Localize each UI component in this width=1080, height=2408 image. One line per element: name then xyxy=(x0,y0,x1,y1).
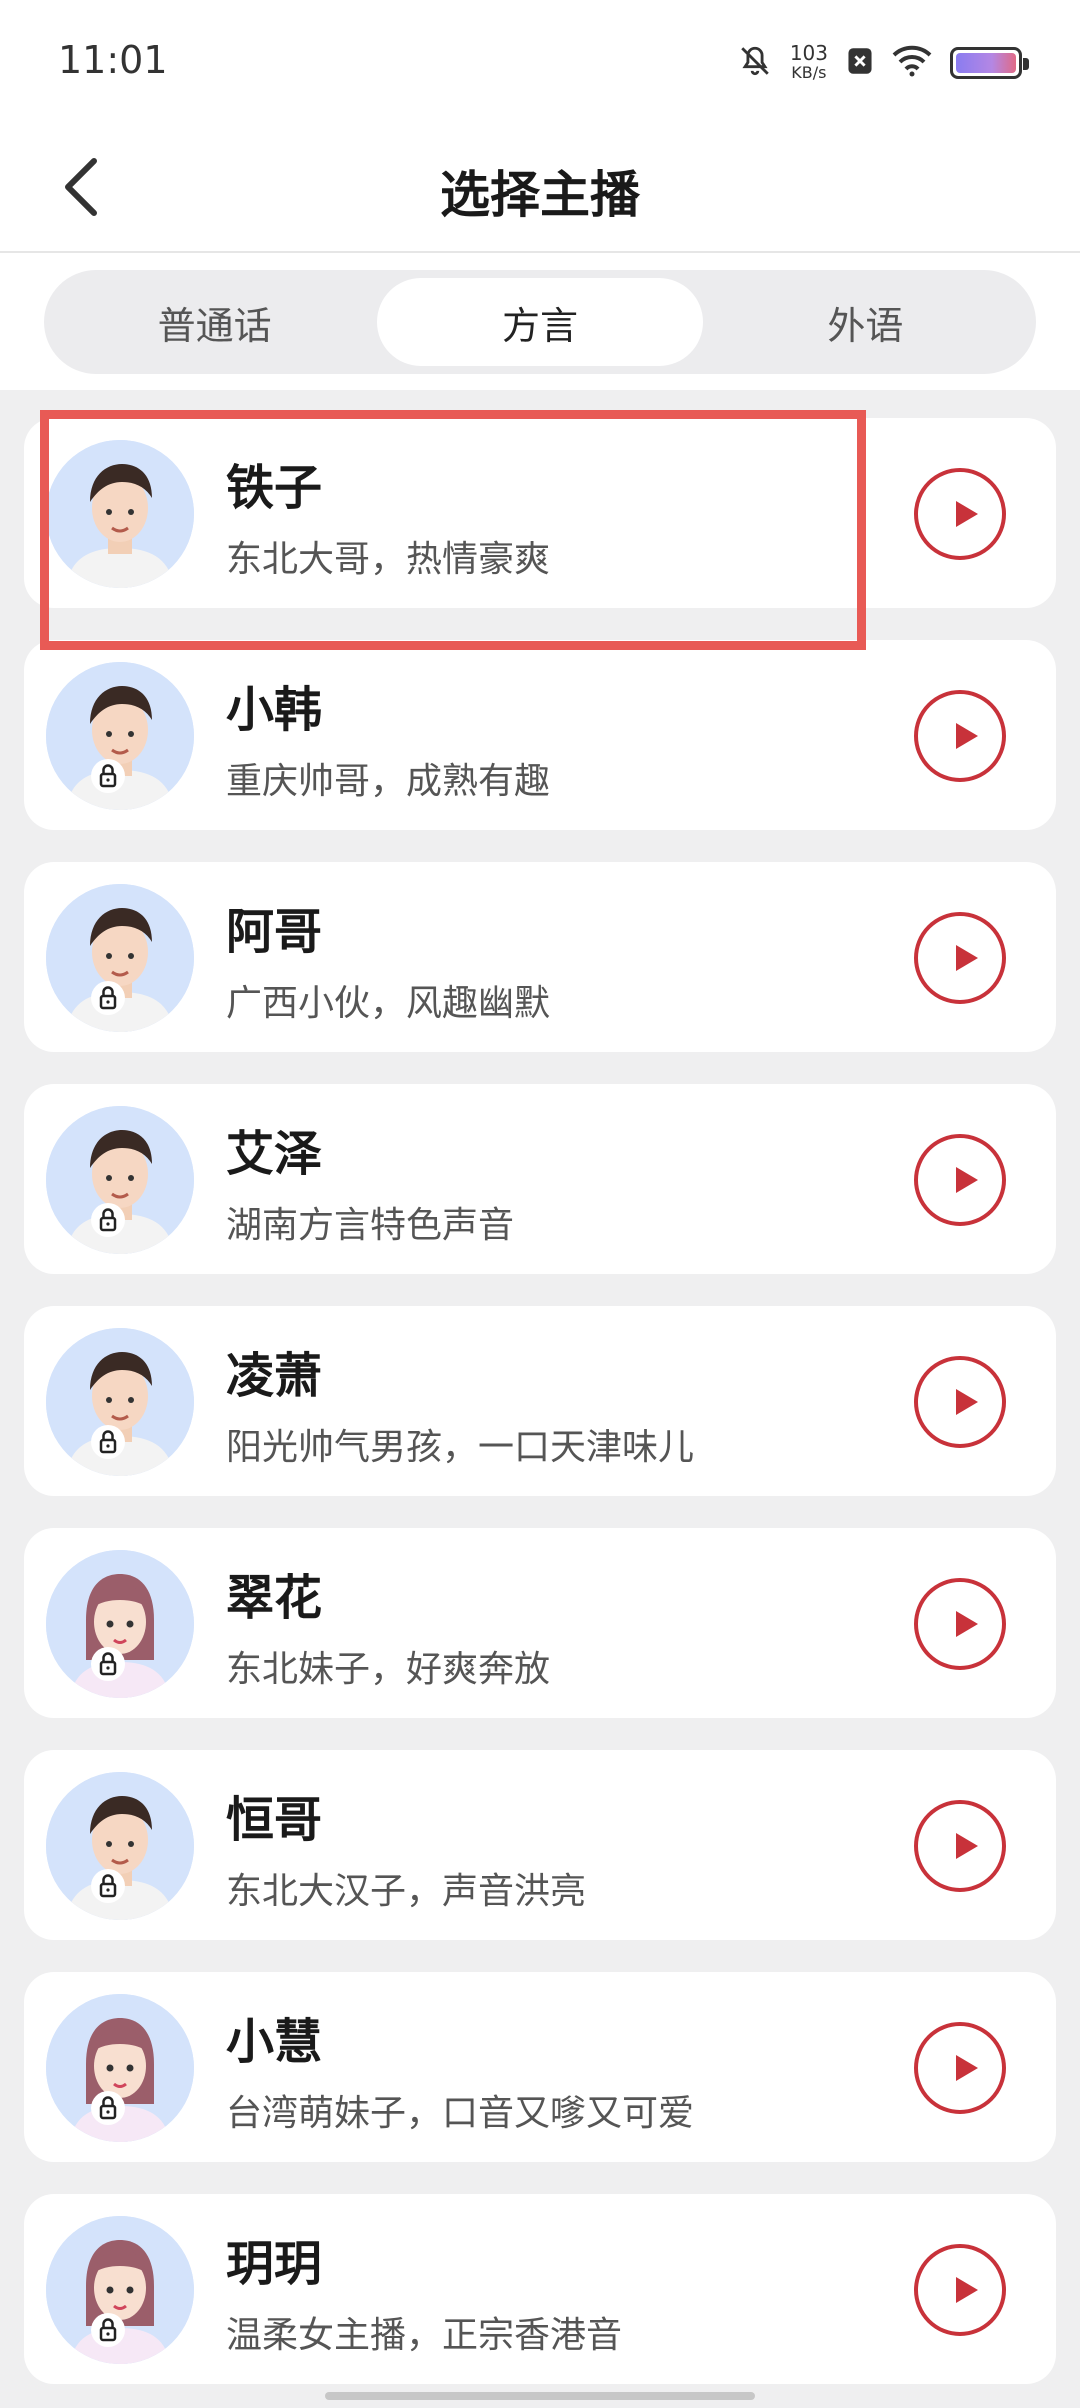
play-icon xyxy=(946,496,982,532)
tab-mandarin[interactable]: 普通话 xyxy=(52,278,377,366)
play-icon xyxy=(946,1384,982,1420)
anchor-name: 凌萧 xyxy=(226,1348,323,1404)
anchor-card[interactable]: 艾泽湖南方言特色声音 xyxy=(24,1084,1056,1274)
anchor-card[interactable]: 阿哥广西小伙，风趣幽默 xyxy=(24,862,1056,1052)
play-button[interactable] xyxy=(914,2022,1006,2114)
lock-icon xyxy=(90,2312,126,2348)
lock-icon xyxy=(90,980,126,1016)
mute-bell-icon xyxy=(738,44,772,82)
anchor-name: 玥玥 xyxy=(226,2236,323,2292)
x-badge-icon xyxy=(846,46,874,80)
play-button[interactable] xyxy=(914,690,1006,782)
avatar xyxy=(46,440,194,588)
status-icons: 103 KB/s xyxy=(738,38,1029,88)
anchor-name: 恒哥 xyxy=(226,1792,323,1848)
anchor-description: 重庆帅哥，成熟有趣 xyxy=(226,761,551,802)
tab-foreign[interactable]: 外语 xyxy=(703,278,1028,366)
anchor-description: 台湾萌妹子，口音又嗲又可爱 xyxy=(226,2093,695,2134)
play-button[interactable] xyxy=(914,1800,1006,1892)
anchor-card[interactable]: 翠花东北妹子，好爽奔放 xyxy=(24,1528,1056,1718)
play-button[interactable] xyxy=(914,2244,1006,2336)
anchor-name: 小韩 xyxy=(226,682,323,738)
anchor-name: 小慧 xyxy=(226,2014,323,2070)
anchor-description: 广西小伙，风趣幽默 xyxy=(226,983,551,1024)
play-button[interactable] xyxy=(914,1578,1006,1670)
anchor-card[interactable]: 小韩重庆帅哥，成熟有趣 xyxy=(24,640,1056,830)
anchor-name: 艾泽 xyxy=(226,1126,323,1182)
header-bar: 选择主播 xyxy=(0,125,1080,253)
lock-icon xyxy=(90,1202,126,1238)
lock-icon xyxy=(90,2090,126,2126)
anchor-list: 铁子东北大哥，热情豪爽小韩重庆帅哥，成熟有趣阿哥广西小伙，风趣幽默艾泽湖南方言特… xyxy=(24,418,1056,2408)
anchor-description: 温柔女主播，正宗香港音 xyxy=(226,2315,623,2356)
anchor-card[interactable]: 小慧台湾萌妹子，口音又嗲又可爱 xyxy=(24,1972,1056,2162)
anchor-card[interactable]: 铁子东北大哥，热情豪爽 xyxy=(24,418,1056,608)
tab-dialect[interactable]: 方言 xyxy=(377,278,703,366)
play-icon xyxy=(946,1606,982,1642)
play-icon xyxy=(946,2050,982,2086)
anchor-description: 东北大汉子，声音洪亮 xyxy=(226,1871,587,1912)
anchor-card[interactable]: 恒哥东北大汉子，声音洪亮 xyxy=(24,1750,1056,1940)
anchor-name: 阿哥 xyxy=(226,904,323,960)
page-title: 选择主播 xyxy=(440,166,640,224)
play-button[interactable] xyxy=(914,1134,1006,1226)
screen: 11:01 103 KB/s 选择主播 普通话 方言 外语 铁子 东北大哥，热情… xyxy=(0,0,1080,2408)
anchor-description: 湖南方言特色声音 xyxy=(226,1205,515,1246)
anchor-card[interactable]: 凌萧阳光帅气男孩，一口天津味儿 xyxy=(24,1306,1056,1496)
play-button[interactable] xyxy=(914,468,1006,560)
anchor-card[interactable]: 玥玥温柔女主播，正宗香港音 xyxy=(24,2194,1056,2384)
lock-icon xyxy=(90,1646,126,1682)
lock-icon xyxy=(90,758,126,794)
play-button[interactable] xyxy=(914,1356,1006,1448)
anchor-description: 东北大哥，热情豪爽 xyxy=(226,539,551,580)
anchor-description: 东北妹子，好爽奔放 xyxy=(226,1649,551,1690)
battery-icon xyxy=(950,47,1029,79)
anchor-name: 翠花 xyxy=(226,1570,323,1626)
anchor-name: 铁子 xyxy=(226,460,323,516)
top-area: 11:01 103 KB/s 选择主播 普通话 方言 外语 xyxy=(0,0,1080,390)
lock-icon xyxy=(90,1868,126,1904)
wifi-icon xyxy=(892,45,932,81)
speed-unit: KB/s xyxy=(791,63,827,82)
network-speed: 103 KB/s xyxy=(790,43,828,83)
anchor-description: 阳光帅气男孩，一口天津味儿 xyxy=(226,1427,695,1468)
status-bar: 11:01 103 KB/s xyxy=(0,0,1080,125)
speed-value: 103 xyxy=(789,41,828,65)
status-time: 11:01 xyxy=(58,38,168,82)
dialect-tabs: 普通话 方言 外语 xyxy=(44,270,1036,374)
play-icon xyxy=(946,1162,982,1198)
play-icon xyxy=(946,940,982,976)
play-icon xyxy=(946,2272,982,2308)
play-button[interactable] xyxy=(914,912,1006,1004)
home-indicator[interactable] xyxy=(325,2392,755,2400)
play-icon xyxy=(946,718,982,754)
lock-icon xyxy=(90,1424,126,1460)
play-icon xyxy=(946,1828,982,1864)
